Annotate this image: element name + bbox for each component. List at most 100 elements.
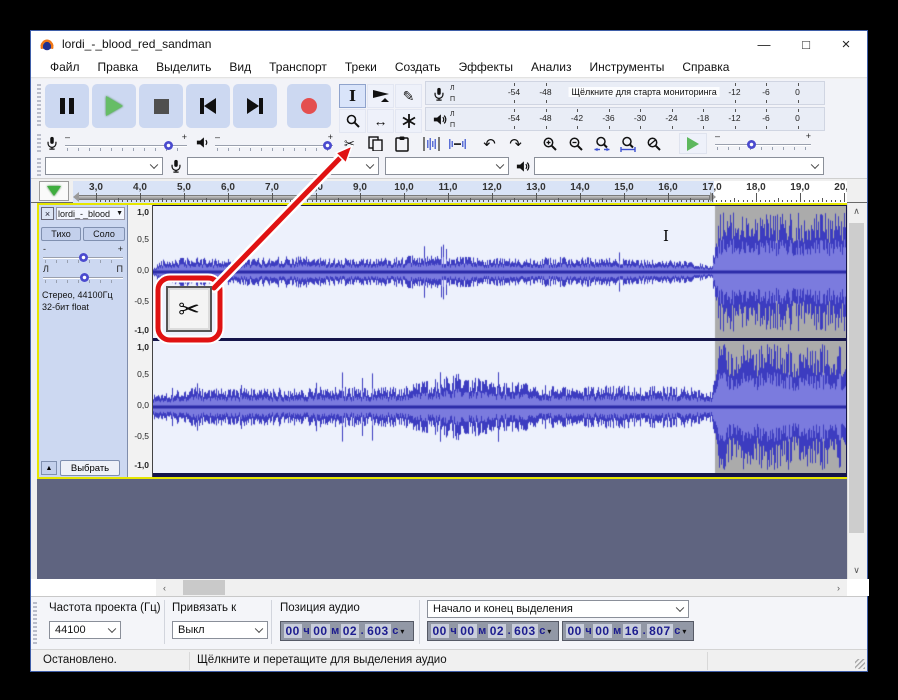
menu-Правка[interactable]: Правка — [89, 57, 148, 77]
slider-thumb[interactable] — [80, 273, 89, 282]
track-collapse-button[interactable]: ▲ — [41, 461, 57, 475]
resize-grip[interactable] — [855, 659, 865, 669]
envelope-tool-button[interactable] — [367, 84, 394, 108]
playback-volume-slider[interactable]: –+ — [215, 135, 333, 153]
menu-Транспорт[interactable]: Транспорт — [260, 57, 336, 77]
menu-Вид[interactable]: Вид — [220, 57, 260, 77]
ruler-label: 14,0 — [570, 182, 589, 193]
time-shift-tool-button[interactable]: ↔ — [367, 109, 394, 133]
skip-to-end-button[interactable] — [233, 84, 277, 128]
timeline-options-button[interactable] — [39, 181, 69, 201]
titlebar: lordi_-_blood_red_sandman — □ × — [31, 31, 867, 57]
recording-meter[interactable]: ЛП -54-48-12-60Щёлкните для старта монит… — [425, 81, 825, 105]
silence-audio-button[interactable] — [445, 133, 470, 154]
amplitude-label: 0,5 — [137, 234, 149, 244]
zoom-out-button[interactable] — [563, 133, 588, 154]
copy-button[interactable] — [363, 133, 388, 154]
scroll-right-button[interactable]: › — [830, 579, 847, 596]
ruler-label: 17,0 — [702, 182, 721, 193]
fit-selection-button[interactable] — [589, 133, 614, 154]
zoom-toggle-button[interactable] — [641, 133, 666, 154]
menu-Выделить[interactable]: Выделить — [147, 57, 220, 77]
playback-device-dropdown[interactable] — [534, 157, 824, 175]
menu-Справка[interactable]: Справка — [673, 57, 738, 77]
play-button[interactable] — [92, 84, 136, 128]
play-speed-slider[interactable]: –+ — [715, 134, 811, 152]
selection-start-field[interactable]: 00ч00м02.603с▾ — [427, 621, 559, 641]
caret-down-icon[interactable]: ▾ — [547, 627, 551, 636]
audio-host-dropdown[interactable] — [45, 157, 163, 175]
undo-button[interactable]: ↶ — [477, 133, 502, 154]
selection-end-field[interactable]: 00ч00м16.807с▾ — [562, 621, 694, 641]
track-pan-slider[interactable]: Л П — [43, 267, 123, 283]
trim-audio-button[interactable] — [419, 133, 444, 154]
menu-Анализ[interactable]: Анализ — [522, 57, 581, 77]
record-button[interactable] — [287, 84, 331, 128]
recording-device-dropdown[interactable] — [187, 157, 379, 175]
menu-Треки[interactable]: Треки — [336, 57, 386, 77]
fit-project-button[interactable] — [615, 133, 640, 154]
maximize-button[interactable]: □ — [789, 31, 823, 57]
caret-down-icon[interactable]: ▾ — [682, 627, 686, 636]
selection-range-dropdown[interactable]: Начало и конец выделения — [427, 600, 689, 618]
paste-button[interactable] — [389, 133, 414, 154]
close-button[interactable]: × — [829, 31, 863, 57]
timeline-ruler[interactable]: 3,04,05,06,07,08,09,010,011,012,013,014,… — [73, 181, 847, 203]
track-select-button[interactable]: Выбрать — [60, 460, 120, 476]
track-close-button[interactable]: × — [41, 207, 54, 220]
scroll-left-button[interactable]: ‹ — [156, 579, 173, 596]
selection-tool-button[interactable]: I — [339, 84, 366, 108]
skip-end-icon — [247, 98, 263, 114]
caret-down-icon[interactable]: ▾ — [400, 627, 404, 636]
vertical-scrollbar[interactable]: ∧ ∨ — [847, 203, 864, 579]
scroll-down-button[interactable]: ∨ — [848, 562, 865, 579]
slider-thumb[interactable] — [164, 141, 173, 150]
zoom-in-button[interactable] — [537, 133, 562, 154]
empty-track-area[interactable] — [37, 479, 847, 579]
menu-Инструменты[interactable]: Инструменты — [581, 57, 674, 77]
ruler-label: 3,0 — [89, 182, 103, 193]
recording-volume-slider[interactable]: –+ — [65, 135, 187, 153]
zoom-tool-button[interactable] — [339, 109, 366, 133]
mute-button[interactable]: Тихо — [41, 227, 81, 241]
waveform-channel-right[interactable] — [153, 341, 846, 473]
minimize-button[interactable]: — — [747, 31, 781, 57]
solo-button[interactable]: Соло — [83, 227, 125, 241]
recording-channels-dropdown[interactable] — [385, 157, 509, 175]
meter-channel-labels: ЛП — [450, 109, 455, 131]
scroll-up-button[interactable]: ∧ — [848, 203, 865, 220]
menu-Эффекты[interactable]: Эффекты — [449, 57, 522, 77]
ruler-label: 8,0 — [309, 182, 323, 193]
menu-Создать[interactable]: Создать — [386, 57, 450, 77]
quick-play-left-cap — [73, 192, 79, 202]
toolbar-grip[interactable] — [37, 158, 41, 176]
redo-button[interactable]: ↷ — [503, 133, 528, 154]
snap-to-dropdown[interactable]: Выкл — [172, 621, 268, 639]
slider-thumb[interactable] — [747, 140, 756, 149]
playback-meter[interactable]: ЛП -54-48-42-36-30-24-18-12-60 — [425, 107, 825, 131]
stop-button[interactable] — [139, 84, 183, 128]
waveform-channel-left[interactable] — [153, 206, 846, 338]
pause-button[interactable] — [45, 84, 89, 128]
slider-thumb[interactable] — [323, 141, 332, 150]
project-rate-dropdown[interactable]: 44100 — [49, 621, 121, 639]
horizontal-scroll-thumb[interactable] — [183, 580, 225, 595]
toolbar-grip[interactable] — [37, 84, 41, 128]
skip-to-start-button[interactable] — [186, 84, 230, 128]
multi-tool-button[interactable] — [395, 109, 422, 133]
monitoring-hint[interactable]: Щёлкните для старта мониторинга — [569, 87, 720, 97]
vertical-scroll-thumb[interactable] — [849, 223, 864, 533]
track-gain-slider[interactable]: - + — [43, 247, 123, 263]
track-name-menu[interactable]: lordi_-_blood ▼ — [56, 207, 125, 220]
meter-tick-label: -24 — [665, 113, 677, 123]
menu-Файл[interactable]: Файл — [41, 57, 89, 77]
toolbar-grip[interactable] — [37, 134, 41, 152]
draw-tool-button[interactable]: ✎ — [395, 84, 422, 108]
toolbar-grip[interactable] — [33, 602, 37, 644]
play-at-speed-button[interactable] — [679, 133, 707, 154]
audio-position-field[interactable]: 00ч00м02.603с▾ — [280, 621, 414, 641]
vertical-ruler[interactable]: 1,00,50,0-0,5-1,0 1,00,50,0-0,5-1,0 — [128, 205, 153, 477]
slider-thumb[interactable] — [79, 253, 88, 262]
cut-button[interactable]: ✂ — [337, 133, 362, 154]
horizontal-scrollbar[interactable]: ‹ › — [156, 579, 847, 596]
